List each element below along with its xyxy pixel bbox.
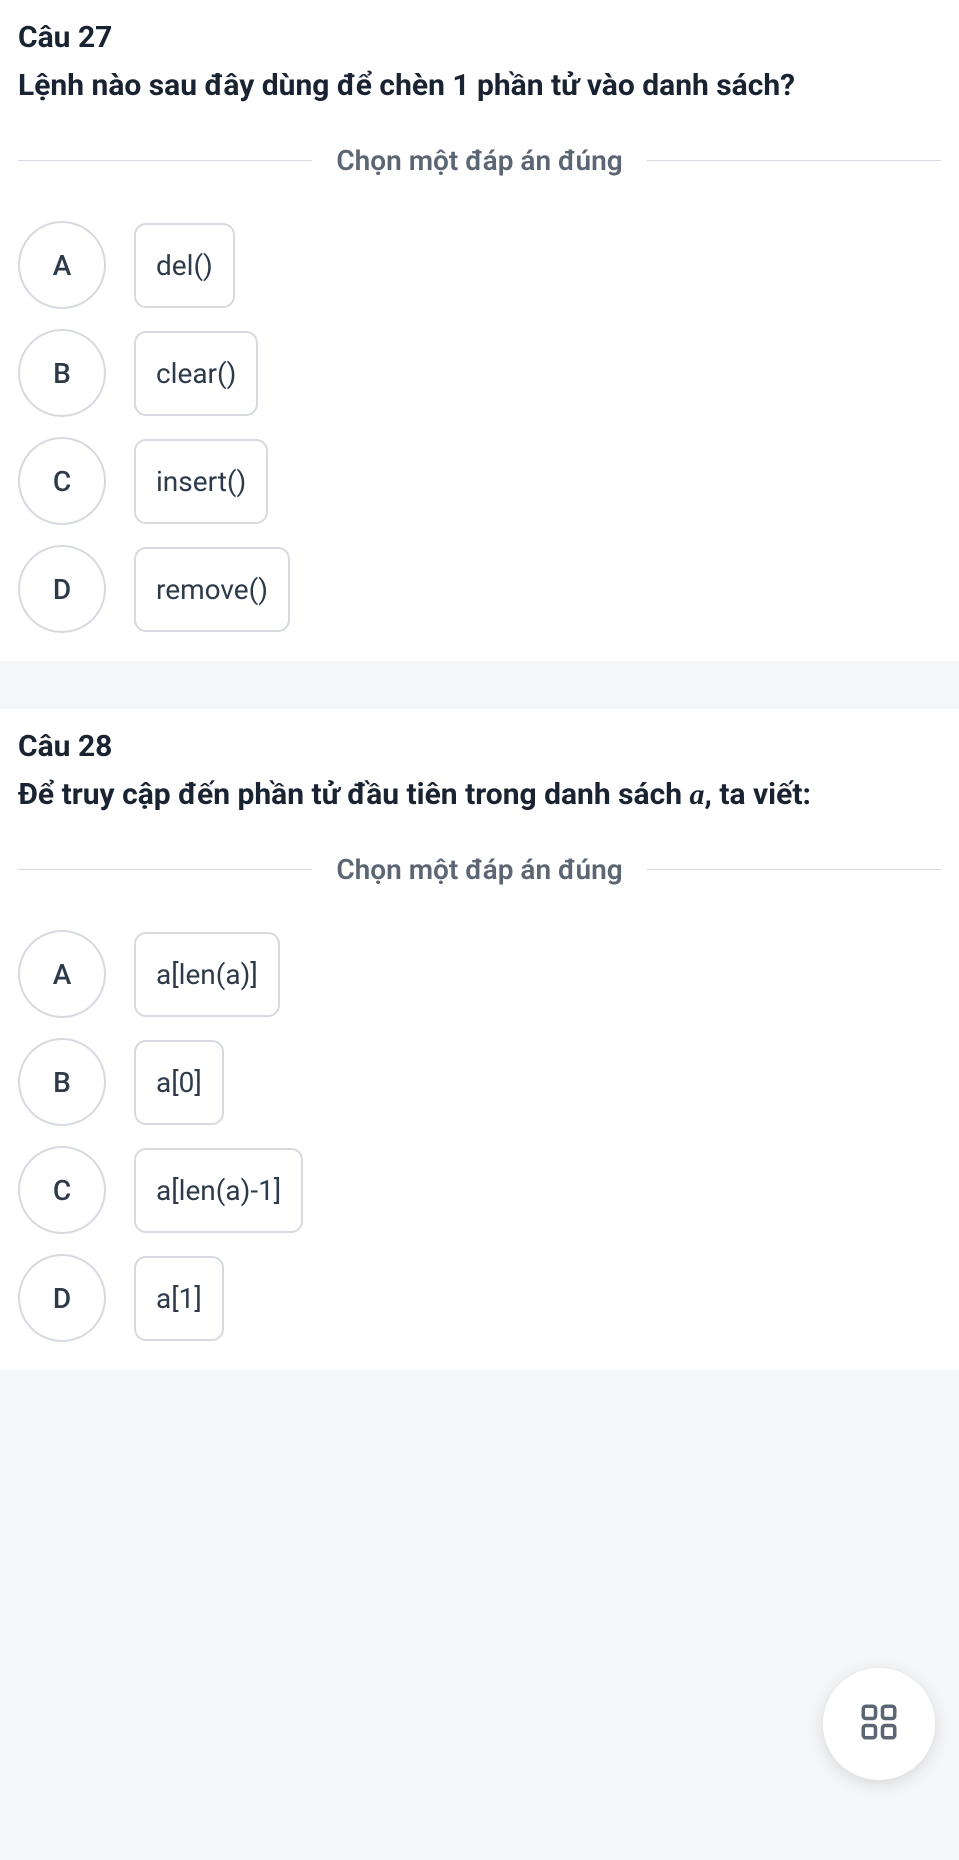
option-b[interactable]: B a[0] [18, 1038, 941, 1126]
question-28: Câu 28 Để truy cập đến phần tử đầu tiên … [0, 709, 959, 1370]
option-value: remove() [134, 547, 290, 632]
divider-line-right [647, 160, 941, 161]
instruction-divider: Chọn một đáp án đúng [18, 853, 941, 886]
option-d[interactable]: D remove() [18, 545, 941, 633]
option-letter: D [18, 545, 106, 633]
option-value: del() [134, 223, 235, 308]
option-value: insert() [134, 439, 268, 524]
question-text: Lệnh nào sau đây dùng để chèn 1 phần tử … [18, 63, 941, 108]
option-b[interactable]: B clear() [18, 329, 941, 417]
option-c[interactable]: C insert() [18, 437, 941, 525]
option-value: a[len(a)] [134, 932, 280, 1017]
option-letter: D [18, 1254, 106, 1342]
question-title: Câu 28 [18, 729, 941, 764]
option-letter: C [18, 1146, 106, 1234]
option-value: clear() [134, 331, 258, 416]
option-a[interactable]: A a[len(a)] [18, 930, 941, 1018]
question-title: Câu 27 [18, 20, 941, 55]
option-value: a[1] [134, 1256, 224, 1341]
option-d[interactable]: D a[1] [18, 1254, 941, 1342]
instruction-divider: Chọn một đáp án đúng [18, 144, 941, 177]
divider-line-right [647, 869, 941, 870]
divider-line-left [18, 869, 312, 870]
option-value: a[0] [134, 1040, 224, 1125]
instruction-text: Chọn một đáp án đúng [312, 853, 646, 886]
option-a[interactable]: A del() [18, 221, 941, 309]
option-letter: A [18, 221, 106, 309]
option-value: a[len(a)-1] [134, 1148, 303, 1233]
options-list: A a[len(a)] B a[0] C a[len(a)-1] D a[1] [18, 930, 941, 1342]
options-list: A del() B clear() C insert() D remove() [18, 221, 941, 633]
option-letter: B [18, 329, 106, 417]
grid-icon [858, 1701, 900, 1747]
grid-menu-button[interactable] [823, 1668, 935, 1780]
option-letter: B [18, 1038, 106, 1126]
option-letter: A [18, 930, 106, 1018]
divider-line-left [18, 160, 312, 161]
instruction-text: Chọn một đáp án đúng [312, 144, 646, 177]
option-c[interactable]: C a[len(a)-1] [18, 1146, 941, 1234]
option-letter: C [18, 437, 106, 525]
question-27: Câu 27 Lệnh nào sau đây dùng để chèn 1 p… [0, 0, 959, 661]
question-text: Để truy cập đến phần tử đầu tiên trong d… [18, 772, 941, 817]
